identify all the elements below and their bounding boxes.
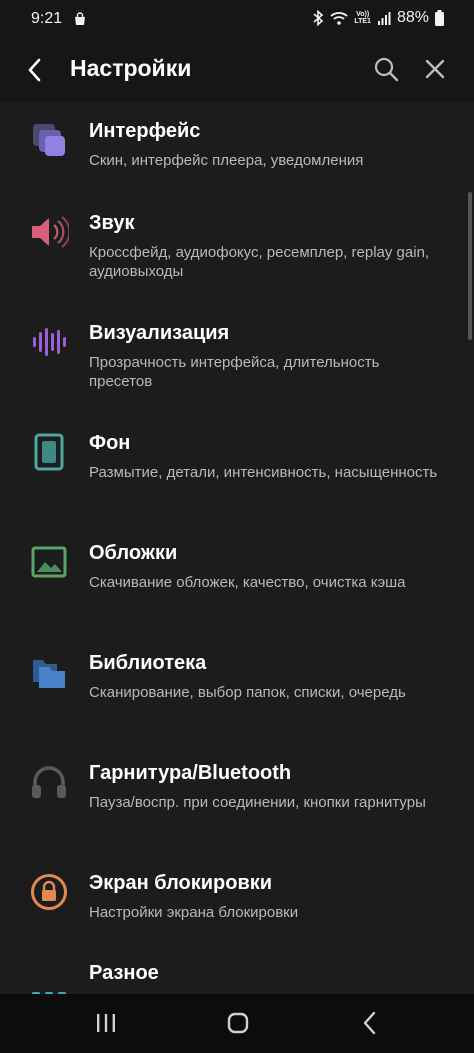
- cover-image-icon: [31, 546, 67, 578]
- app-header: Настройки: [0, 38, 474, 102]
- settings-item-covers[interactable]: Обложки Скачивание обложек, качество, оч…: [0, 528, 474, 634]
- item-title: Разное: [89, 962, 159, 984]
- settings-item-misc[interactable]: Разное: [0, 948, 474, 994]
- library-folder-icon: [33, 660, 65, 688]
- back-nav-icon[interactable]: [354, 1008, 388, 1038]
- item-description: Кроссфейд, аудиофокус, ресемплер, replay…: [89, 244, 430, 280]
- lte-indicator: Vo)) LTE1: [354, 11, 371, 25]
- settings-item-interface[interactable]: Интерфейс Скин, интерфейс плеера, уведом…: [0, 106, 474, 212]
- page-title: Настройки: [70, 55, 192, 81]
- home-icon[interactable]: [221, 1008, 255, 1038]
- shopping-bag-icon: [75, 12, 85, 25]
- battery-icon: [435, 10, 444, 26]
- interface-icon: [33, 124, 65, 156]
- item-description: Прозрачность интерфейса, длительность пр…: [89, 354, 380, 390]
- item-title: Обложки: [89, 542, 178, 564]
- lock-icon: [31, 874, 67, 910]
- visualization-icon: [33, 328, 66, 356]
- misc-dots-icon: [32, 992, 66, 994]
- settings-item-visualization[interactable]: Визуализация Прозрачность интерфейса, дл…: [0, 308, 474, 414]
- item-title: Звук: [89, 212, 135, 234]
- item-title: Экран блокировки: [89, 872, 273, 894]
- item-title: Интерфейс: [89, 120, 201, 142]
- back-icon[interactable]: [22, 54, 48, 86]
- settings-list: Интерфейс Скин, интерфейс плеера, уведом…: [0, 102, 474, 994]
- item-description: Скин, интерфейс плеера, уведомления: [89, 152, 364, 169]
- battery-percent: 88%: [396, 9, 429, 26]
- scrollbar[interactable]: [468, 192, 472, 340]
- signal-icon: [377, 12, 391, 25]
- item-description: Скачивание обложек, качество, очистка кэ…: [89, 574, 406, 591]
- item-title: Визуализация: [89, 322, 230, 344]
- close-icon[interactable]: [421, 55, 449, 83]
- search-icon[interactable]: [372, 55, 400, 83]
- bluetooth-icon: [313, 10, 324, 26]
- system-nav-bar: [0, 994, 474, 1053]
- settings-item-headset[interactable]: Гарнитура/Bluetooth Пауза/воспр. при сое…: [0, 748, 474, 854]
- speaker-icon: [32, 216, 69, 248]
- item-title: Библиотека: [89, 652, 207, 674]
- status-time: 9:21: [31, 10, 63, 27]
- settings-item-library[interactable]: Библиотека Сканирование, выбор папок, сп…: [0, 638, 474, 744]
- background-icon: [34, 433, 64, 471]
- item-title: Гарнитура/Bluetooth: [89, 762, 292, 784]
- item-description: Настройки экрана блокировки: [89, 904, 299, 921]
- headphones-icon: [32, 766, 66, 798]
- settings-item-sound[interactable]: Звук Кроссфейд, аудиофокус, ресемплер, r…: [0, 198, 474, 304]
- wifi-icon: [330, 12, 348, 25]
- item-description: Сканирование, выбор папок, списки, очере…: [89, 684, 406, 701]
- item-description: Пауза/воспр. при соединении, кнопки гарн…: [89, 794, 426, 811]
- recent-apps-icon[interactable]: [89, 1008, 123, 1038]
- status-icons: Vo)) LTE1 88%: [312, 9, 444, 27]
- item-description: Размытие, детали, интенсивность, насыщен…: [89, 464, 438, 481]
- item-title: Фон: [89, 432, 131, 454]
- status-bar: 9:21 Vo)) LTE1 88%: [0, 0, 474, 38]
- settings-item-background[interactable]: Фон Размытие, детали, интенсивность, нас…: [0, 418, 474, 524]
